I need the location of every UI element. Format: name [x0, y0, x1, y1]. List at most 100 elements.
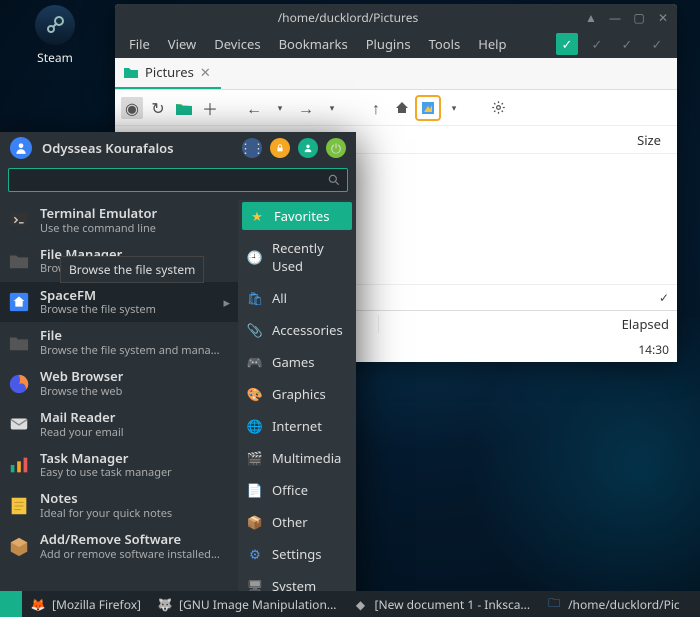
favorites-item[interactable]: Web BrowserBrowse the web: [0, 363, 238, 404]
terminal-icon: [8, 209, 30, 231]
menu-file[interactable]: File: [121, 31, 158, 57]
pane2-checkbox[interactable]: ✓: [586, 33, 608, 55]
switch-user-icon[interactable]: [298, 138, 318, 158]
lock-icon[interactable]: [270, 138, 290, 158]
launcher-button[interactable]: [0, 591, 22, 617]
category-label: Graphics: [272, 385, 326, 403]
item-desc: Browse the web: [40, 385, 123, 398]
home-icon[interactable]: [391, 97, 413, 119]
user-name: Odysseas Kourafalos: [42, 139, 232, 157]
item-title: SpaceFM: [40, 288, 156, 304]
folder-icon: [8, 250, 30, 272]
pane1-checkbox[interactable]: ✓: [556, 33, 578, 55]
menu-tools[interactable]: Tools: [421, 31, 469, 57]
taskbar-item-firefox[interactable]: 🦊 [Mozilla Firefox]: [22, 591, 149, 617]
category-item[interactable]: 🌐Internet: [238, 410, 356, 442]
gimp-icon: 🐺: [157, 596, 173, 612]
category-label: Office: [272, 481, 308, 499]
category-item[interactable]: ★Favorites: [242, 202, 352, 230]
logout-icon[interactable]: ⏻: [326, 138, 346, 158]
star-icon: ★: [248, 207, 266, 225]
office-icon: 📄: [246, 481, 264, 499]
category-item[interactable]: 🎮Games: [238, 346, 356, 378]
category-item[interactable]: 🎬Multimedia: [238, 442, 356, 474]
forward-icon[interactable]: →: [295, 97, 317, 119]
taskbar-item-filemanager[interactable]: 🗀 /home/ducklord/Pic: [538, 591, 688, 617]
category-list: ★Favorites🕘Recently Used🛍All📎Accessories…: [238, 200, 356, 602]
category-item[interactable]: 📦Other: [238, 506, 356, 538]
taskbar-item-inkscape[interactable]: ◆ [New document 1 - Inksca...: [345, 591, 539, 617]
item-desc: Browse the file system: [40, 303, 156, 316]
category-item[interactable]: 📄 Office: [238, 474, 356, 506]
item-title: Notes: [40, 491, 172, 507]
back-dropdown-icon[interactable]: ▾: [269, 97, 291, 119]
task-header-elapsed[interactable]: Elapsed: [379, 315, 677, 333]
drive-icon[interactable]: ◉: [121, 97, 143, 119]
category-item[interactable]: ⚙Settings: [238, 538, 356, 570]
desktop-icon-steam[interactable]: Steam: [25, 5, 85, 66]
item-title: Mail Reader: [40, 410, 124, 426]
steam-icon: [35, 5, 75, 45]
menu-devices[interactable]: Devices: [206, 31, 268, 57]
item-title: File: [40, 328, 220, 344]
pane4-checkbox[interactable]: ✓: [646, 33, 668, 55]
item-title: Terminal Emulator: [40, 206, 157, 222]
category-item[interactable]: 📎Accessories: [238, 314, 356, 346]
item-desc: Use the command line: [40, 222, 157, 235]
taskbar-label: [Mozilla Firefox]: [52, 596, 141, 613]
taskbar-label: [New document 1 - Inksca...: [375, 596, 531, 613]
refresh-icon[interactable]: ↻: [147, 97, 169, 119]
toolbar-dropdown-icon[interactable]: ▾: [443, 97, 465, 119]
favorites-item[interactable]: FileBrowse the file system and mana...: [0, 322, 238, 363]
games-icon: 🎮: [246, 353, 264, 371]
item-title: Task Manager: [40, 451, 172, 467]
multimedia-icon: 🎬: [246, 449, 264, 467]
menu-bookmarks[interactable]: Bookmarks: [271, 31, 356, 57]
taskbar-item-gimp[interactable]: 🐺 [GNU Image Manipulation...: [149, 591, 345, 617]
tab-pictures[interactable]: Pictures ✕: [115, 57, 221, 89]
taskbar: 🦊 [Mozilla Firefox] 🐺 [GNU Image Manipul…: [0, 591, 700, 617]
category-item[interactable]: 🎨Graphics: [238, 378, 356, 410]
home-icon: [8, 291, 30, 313]
all-icon: 🛍: [246, 289, 264, 307]
menubar: File View Devices Bookmarks Plugins Tool…: [115, 30, 677, 58]
minimize-icon[interactable]: —: [607, 9, 623, 25]
back-icon[interactable]: ←: [243, 97, 265, 119]
pin-icon[interactable]: ▲: [583, 9, 599, 25]
close-icon[interactable]: ✕: [655, 9, 671, 25]
default-app-icon[interactable]: [417, 97, 439, 119]
maximize-icon[interactable]: ▢: [631, 9, 647, 25]
search-field[interactable]: [8, 168, 348, 192]
item-desc: Ideal for your quick notes: [40, 507, 172, 520]
new-tab-icon[interactable]: ＋: [199, 97, 221, 119]
firefox-icon: 🦊: [30, 596, 46, 612]
column-size[interactable]: Size: [629, 131, 669, 149]
category-item[interactable]: 🕘Recently Used: [238, 232, 356, 282]
folder-icon: [8, 332, 30, 354]
category-item[interactable]: 🛍All: [238, 282, 356, 314]
menu-help[interactable]: Help: [470, 31, 514, 57]
search-input[interactable]: [15, 172, 327, 189]
favorites-item[interactable]: Task ManagerEasy to use task manager: [0, 445, 238, 486]
favorites-item[interactable]: NotesIdeal for your quick notes: [0, 485, 238, 526]
menu-view[interactable]: View: [160, 31, 204, 57]
other-icon: 📦: [246, 513, 264, 531]
mail-icon: [8, 413, 30, 435]
category-label: Internet: [272, 417, 322, 435]
folder-open-icon[interactable]: [173, 97, 195, 119]
user-avatar-icon[interactable]: [10, 137, 32, 159]
all-settings-icon[interactable]: ⋮⋮: [242, 138, 262, 158]
tab-close-icon[interactable]: ✕: [200, 63, 211, 81]
titlebar[interactable]: /home/ducklord/Pictures ▲ — ▢ ✕: [115, 4, 677, 30]
menu-plugins[interactable]: Plugins: [358, 31, 419, 57]
favorites-item[interactable]: Add/Remove SoftwareAdd or remove softwar…: [0, 526, 238, 567]
up-icon[interactable]: ↑: [365, 97, 387, 119]
forward-dropdown-icon[interactable]: ▾: [321, 97, 343, 119]
firefox-icon: [8, 373, 30, 395]
settings-gear-icon[interactable]: [487, 97, 509, 119]
favorites-item[interactable]: SpaceFMBrowse the file system▸: [0, 282, 238, 323]
favorites-item[interactable]: Mail ReaderRead your email: [0, 404, 238, 445]
favorites-item[interactable]: Terminal EmulatorUse the command line: [0, 200, 238, 241]
pane3-checkbox[interactable]: ✓: [616, 33, 638, 55]
check-icon[interactable]: ✓: [659, 289, 669, 306]
